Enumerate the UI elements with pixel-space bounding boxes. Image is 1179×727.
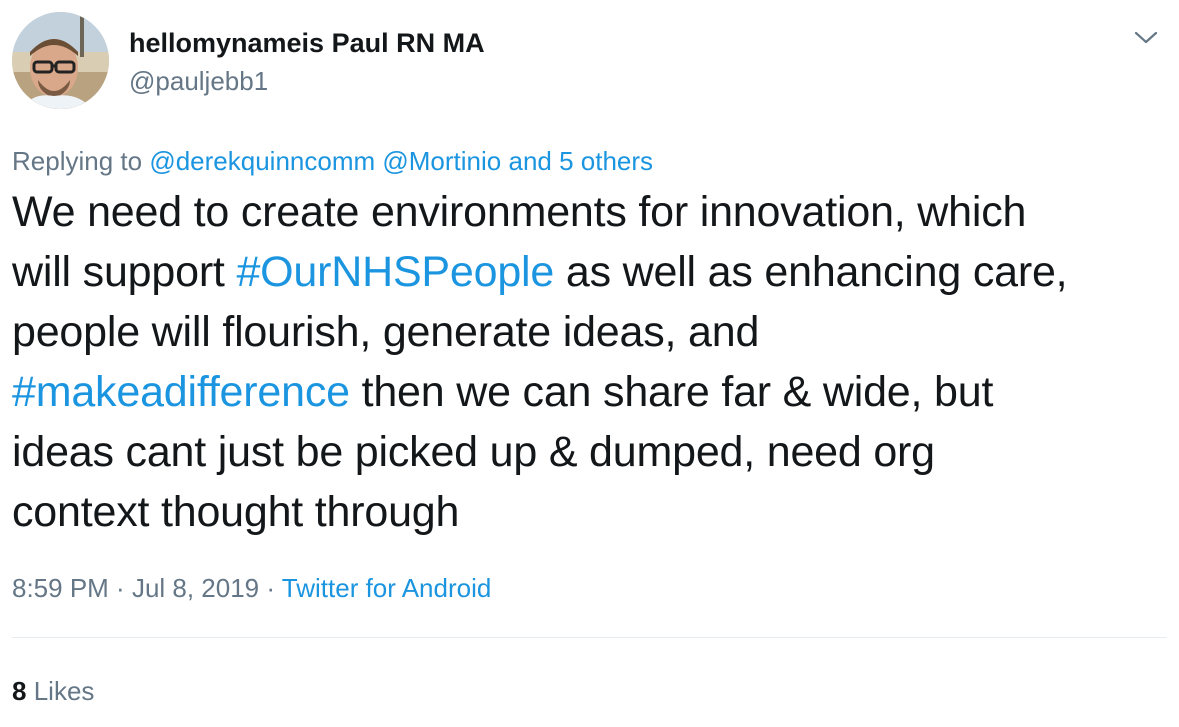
tweet-text-fragment: as well as enhancing care, — [554, 248, 1068, 296]
likes-stat[interactable]: 8 Likes — [12, 673, 94, 709]
avatar[interactable] — [12, 12, 109, 109]
hashtag-link[interactable]: #OurNHSPeople — [236, 248, 554, 296]
tweet-menu-button[interactable] — [1131, 26, 1161, 48]
chevron-down-icon — [1134, 31, 1158, 44]
tweet-timestamp[interactable]: 8:59 PM — [12, 573, 109, 603]
tweet-date[interactable]: Jul 8, 2019 — [132, 573, 259, 603]
author-handle[interactable]: @pauljebb1 — [129, 64, 485, 98]
tweet-text-fragment: will support — [12, 248, 237, 296]
divider — [12, 637, 1167, 638]
tweet-text: We need to create environments for innov… — [12, 182, 1162, 542]
author-display-name[interactable]: hellomynameis Paul RN MA — [129, 26, 485, 60]
likes-label: Likes — [33, 676, 95, 706]
hashtag-link[interactable]: #makeadifference — [12, 368, 350, 416]
tweet-text-fragment: then we can share far & wide, but — [349, 368, 994, 416]
tweet-meta: 8:59 PM · Jul 8, 2019 · Twitter for Andr… — [12, 570, 491, 606]
meta-separator: · — [108, 573, 132, 603]
reply-context: Replying to @derekquinncomm @Mortinio an… — [12, 143, 653, 179]
tweet-line: context thought through — [12, 488, 460, 536]
tweet-line: ideas cant just be picked up & dumped, n… — [12, 428, 935, 476]
tweet-line: will support #OurNHSPeople as well as en… — [12, 242, 1162, 302]
likes-count: 8 — [12, 676, 27, 706]
tweet-source-link[interactable]: Twitter for Android — [282, 573, 492, 603]
tweet-line: people will flourish, generate ideas, an… — [12, 308, 760, 356]
others-link[interactable]: and 5 others — [508, 146, 653, 176]
mention-link[interactable]: @derekquinncomm — [149, 146, 375, 176]
mention-link[interactable]: @Mortinio — [382, 146, 501, 176]
meta-separator: · — [259, 573, 282, 603]
tweet-line: We need to create environments for innov… — [12, 188, 1027, 236]
tweet-line: #makeadifference then we can share far &… — [12, 362, 1162, 422]
replying-to-label: Replying to — [12, 146, 143, 176]
